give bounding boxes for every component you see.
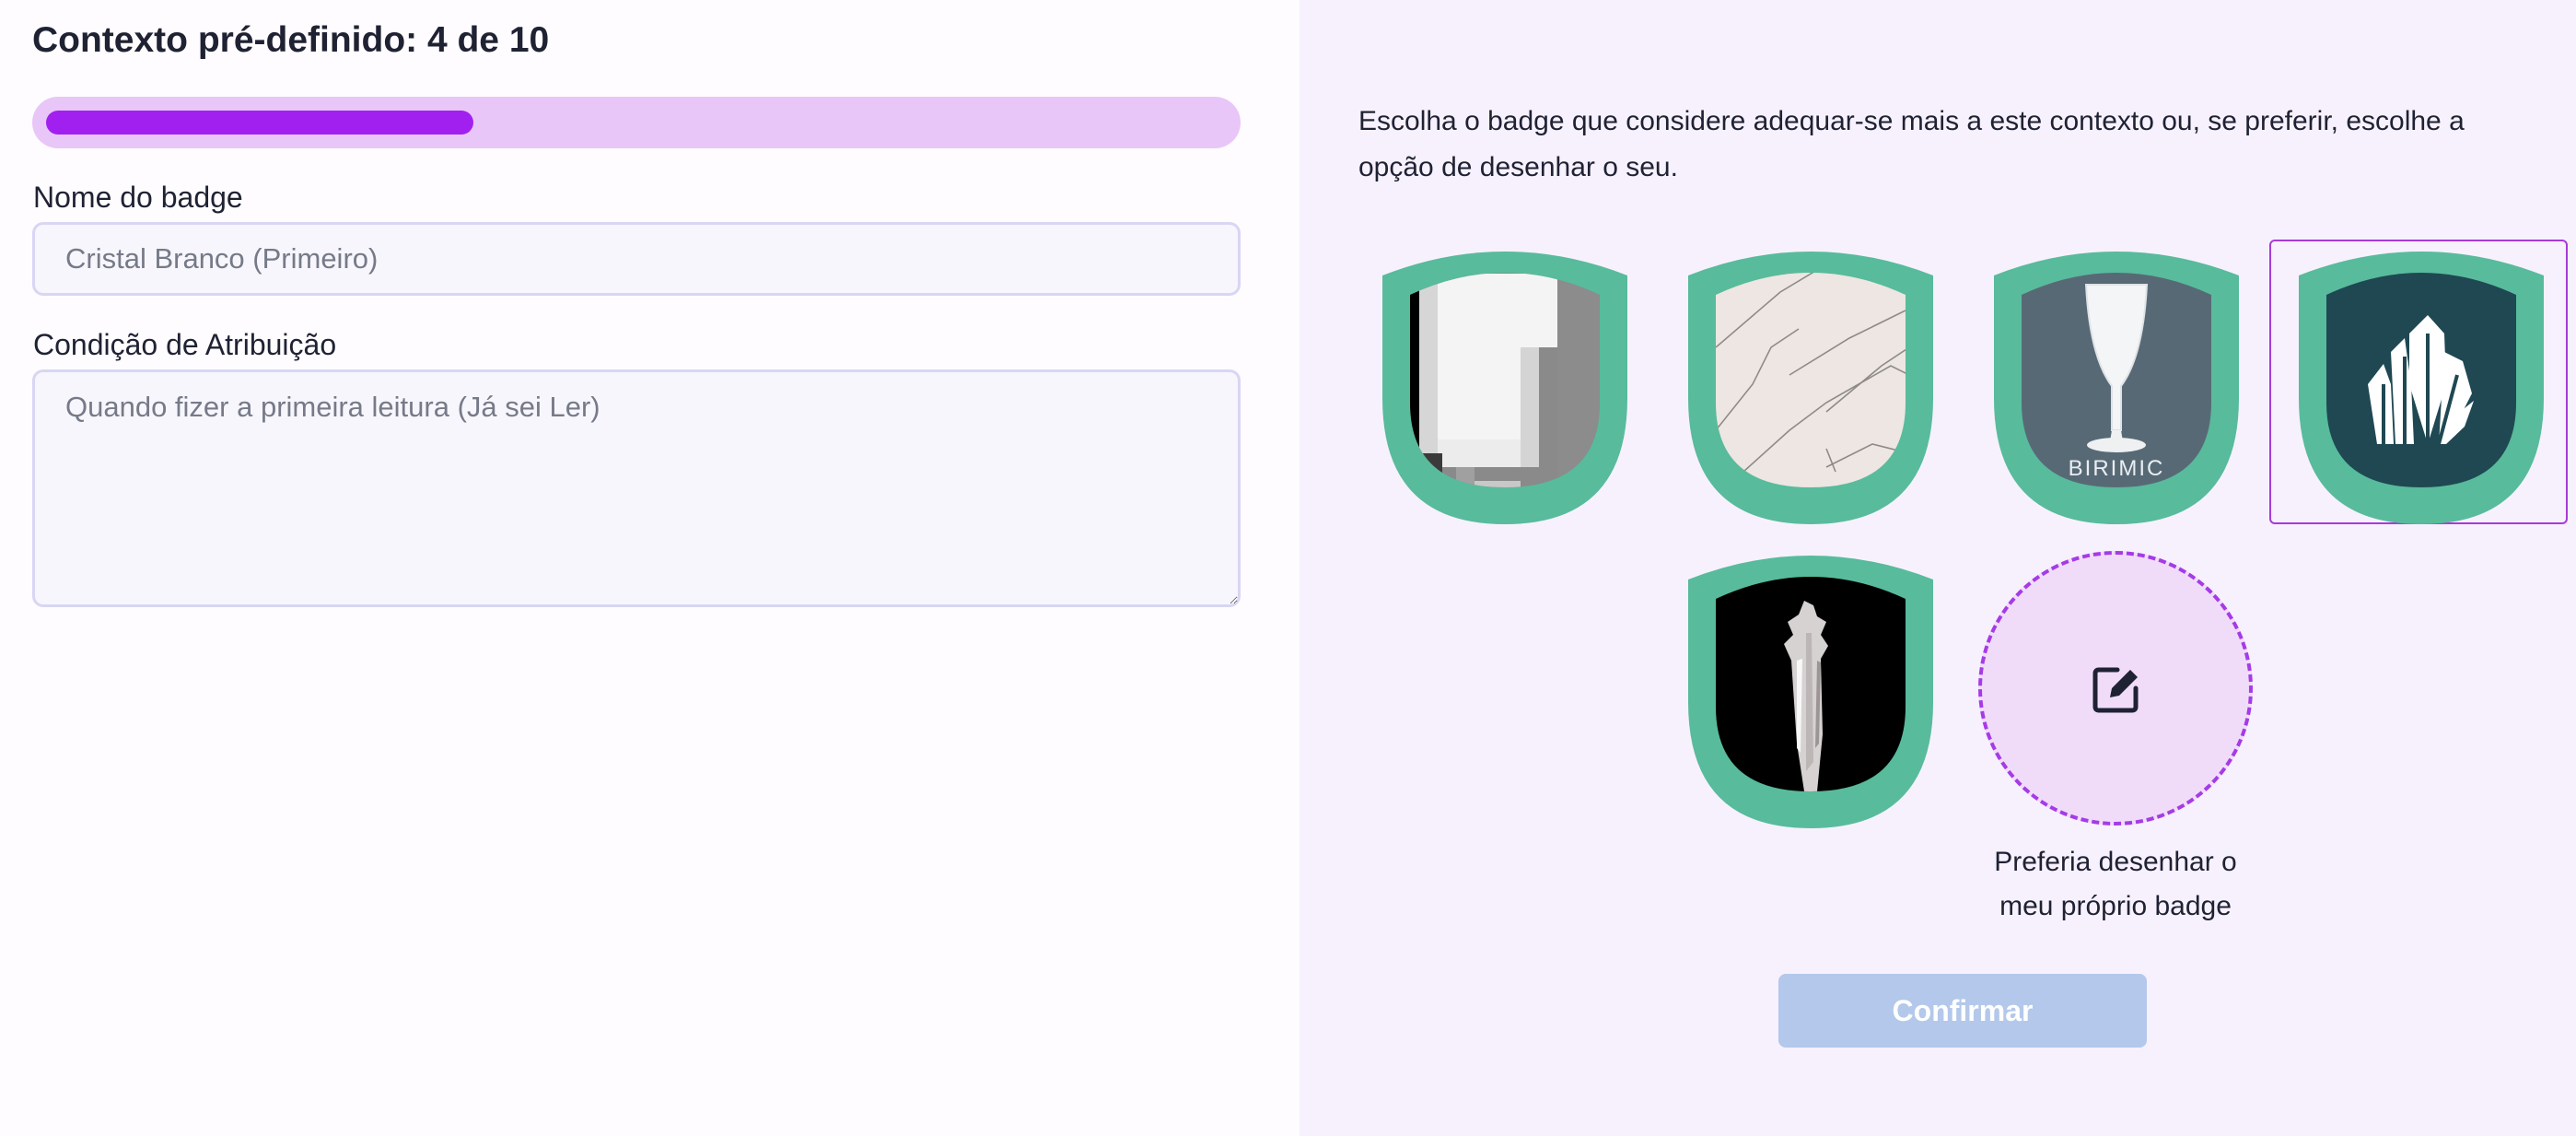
condition-label: Condição de Atribuição — [33, 328, 337, 361]
shield-badge-icon — [1994, 252, 2239, 524]
crystal-cluster-icon — [2299, 252, 2544, 524]
edit-icon — [2092, 667, 2139, 713]
badge-name-input[interactable] — [32, 222, 1241, 296]
progress-bar — [32, 97, 1241, 148]
confirm-button[interactable]: Confirmar — [1778, 974, 2147, 1048]
shield-badge-icon — [1688, 252, 1933, 524]
badge-form-panel: Contexto pré-definido: 4 de 10 Nome do b… — [0, 0, 1300, 1136]
badge-option-glass-goblet[interactable]: BIRIMIC — [1994, 246, 2239, 524]
badge-name-label: Nome do badge — [33, 181, 243, 214]
draw-own-badge-button[interactable] — [1978, 551, 2253, 826]
draw-own-badge-label: Preferia desenhar o meu próprio badge — [1994, 847, 2237, 921]
badge-option-cracked-marble[interactable] — [1688, 246, 1933, 524]
shield-badge-icon — [1688, 556, 1933, 828]
badge-caption: BIRIMIC — [2068, 456, 2165, 481]
picker-instructions: Escolha o badge que considere adequar-se… — [1358, 106, 2465, 182]
shield-badge-icon — [1382, 252, 1627, 524]
badge-option-white-pixel-crystal[interactable] — [1382, 246, 1627, 524]
page-title: Contexto pré-definido: 4 de 10 — [32, 20, 550, 60]
badge-option-quartz-crystal[interactable] — [1688, 550, 1933, 828]
progress-bar-fill — [46, 111, 473, 135]
badge-option-crystal-cluster[interactable] — [2299, 246, 2544, 524]
condition-textarea[interactable] — [32, 369, 1241, 607]
